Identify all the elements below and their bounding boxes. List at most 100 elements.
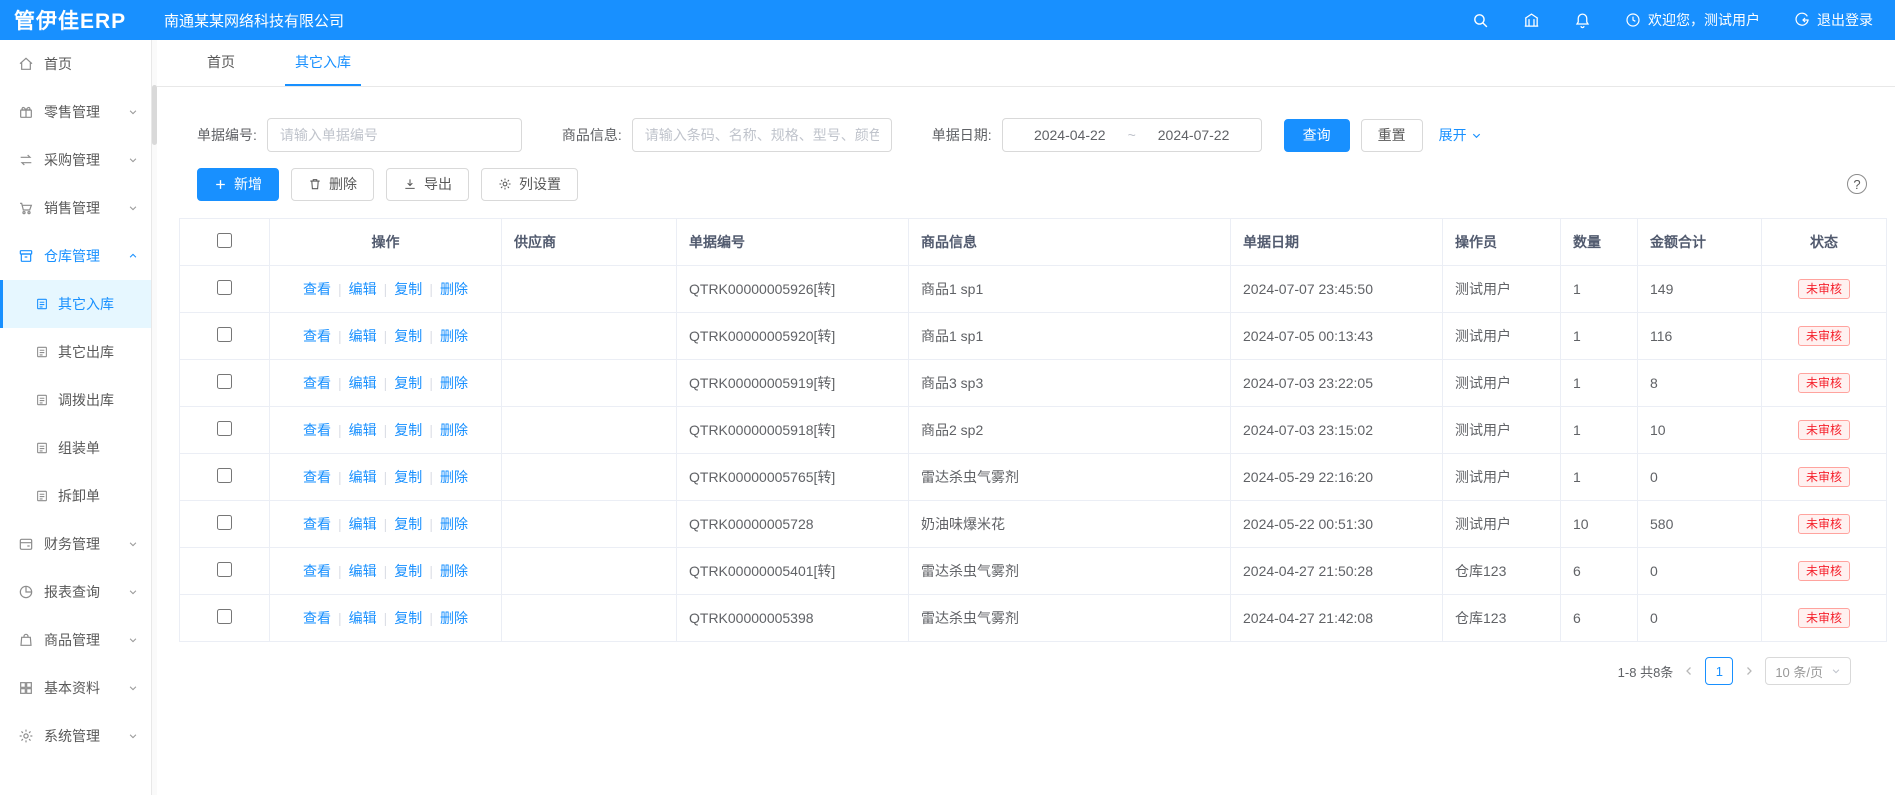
search-icon[interactable] [1472, 12, 1489, 29]
sidebar-scrollbar[interactable] [152, 40, 157, 795]
delete-link[interactable]: 删除 [440, 469, 468, 485]
sidebar-item-reports[interactable]: 报表查询 [0, 568, 151, 616]
cell-amount: 0 [1638, 454, 1762, 501]
edit-link[interactable]: 编辑 [349, 375, 395, 391]
delete-link[interactable]: 删除 [440, 328, 468, 344]
date-to[interactable]: 2024-07-22 [1158, 127, 1230, 143]
sidebar-item-label: 销售管理 [44, 198, 100, 218]
bell-icon[interactable] [1574, 12, 1591, 29]
delete-link[interactable]: 删除 [440, 281, 468, 297]
delete-link[interactable]: 删除 [440, 610, 468, 626]
sidebar-item-goods[interactable]: 商品管理 [0, 616, 151, 664]
next-page-button[interactable] [1743, 665, 1755, 677]
edit-link[interactable]: 编辑 [349, 563, 395, 579]
view-link[interactable]: 查看 [303, 516, 349, 532]
select-all-checkbox[interactable] [217, 233, 232, 248]
sidebar-subitem-transfer-outbound[interactable]: 调拨出库 [0, 376, 151, 424]
copy-link[interactable]: 复制 [394, 610, 440, 626]
edit-link[interactable]: 编辑 [349, 610, 395, 626]
date-from[interactable]: 2024-04-22 [1034, 127, 1106, 143]
copy-link[interactable]: 复制 [394, 563, 440, 579]
prev-page-button[interactable] [1683, 665, 1695, 677]
sidebar-item-warehouse[interactable]: 仓库管理 [0, 232, 151, 280]
product-info-input[interactable] [632, 118, 892, 152]
page-number-button[interactable]: 1 [1705, 657, 1733, 685]
copy-link[interactable]: 复制 [394, 281, 440, 297]
sidebar-item-purchase[interactable]: 采购管理 [0, 136, 151, 184]
copy-link[interactable]: 复制 [394, 469, 440, 485]
export-button[interactable]: 导出 [386, 168, 469, 201]
sidebar-subitem-label: 其它出库 [58, 342, 114, 362]
view-link[interactable]: 查看 [303, 610, 349, 626]
header-product-info: 商品信息 [909, 219, 1231, 266]
reset-button[interactable]: 重置 [1361, 119, 1423, 152]
delete-link[interactable]: 删除 [440, 422, 468, 438]
chevron-left-icon [1683, 665, 1695, 677]
row-checkbox[interactable] [217, 374, 232, 389]
view-link[interactable]: 查看 [303, 375, 349, 391]
add-label: 新增 [234, 174, 262, 194]
sidebar-subitem-other-inbound[interactable]: 其它入库 [0, 280, 151, 328]
row-checkbox[interactable] [217, 468, 232, 483]
expand-link[interactable]: 展开 [1439, 125, 1482, 145]
tab-other-inbound[interactable]: 其它入库 [285, 40, 361, 86]
edit-link[interactable]: 编辑 [349, 281, 395, 297]
sidebar-item-retail[interactable]: 零售管理 [0, 88, 151, 136]
sidebar-subitem-label: 其它入库 [58, 294, 114, 314]
sidebar-item-finance[interactable]: 财务管理 [0, 520, 151, 568]
copy-link[interactable]: 复制 [394, 516, 440, 532]
sidebar-subitem-other-outbound[interactable]: 其它出库 [0, 328, 151, 376]
bank-icon[interactable] [1523, 12, 1540, 29]
order-no-input[interactable] [267, 118, 522, 152]
sidebar-item-home[interactable]: 首页 [0, 40, 151, 88]
delete-button[interactable]: 删除 [291, 168, 374, 201]
row-checkbox[interactable] [217, 515, 232, 530]
page-size-value: 10 条/页 [1775, 662, 1823, 681]
view-link[interactable]: 查看 [303, 422, 349, 438]
sidebar-item-basic-data[interactable]: 基本资料 [0, 664, 151, 712]
edit-link[interactable]: 编辑 [349, 469, 395, 485]
row-checkbox[interactable] [217, 609, 232, 624]
cell-order-no: QTRK00000005919[转] [677, 360, 909, 407]
table-row: 查看编辑复制删除 QTRK00000005926[转] 商品1 sp1 2024… [180, 266, 1887, 313]
table-row: 查看编辑复制删除 QTRK00000005401[转] 雷达杀虫气雾剂 2024… [180, 548, 1887, 595]
tab-home[interactable]: 首页 [197, 40, 245, 86]
edit-link[interactable]: 编辑 [349, 328, 395, 344]
date-range-input[interactable]: 2024-04-22 ~ 2024-07-22 [1002, 118, 1262, 152]
chevron-down-icon [128, 587, 138, 597]
copy-link[interactable]: 复制 [394, 422, 440, 438]
edit-link[interactable]: 编辑 [349, 516, 395, 532]
row-checkbox[interactable] [217, 562, 232, 577]
logout-button[interactable]: 退出登录 [1794, 10, 1873, 30]
scrollbar-thumb[interactable] [152, 85, 157, 145]
sidebar-subitem-assembly[interactable]: 组装单 [0, 424, 151, 472]
add-button[interactable]: 新增 [197, 168, 279, 201]
view-link[interactable]: 查看 [303, 281, 349, 297]
sidebar-item-sales[interactable]: 销售管理 [0, 184, 151, 232]
table-row: 查看编辑复制删除 QTRK00000005728 奶油味爆米花 2024-05-… [180, 501, 1887, 548]
edit-link[interactable]: 编辑 [349, 422, 395, 438]
sidebar-item-system[interactable]: 系统管理 [0, 712, 151, 760]
view-link[interactable]: 查看 [303, 328, 349, 344]
cell-product: 雷达杀虫气雾剂 [909, 595, 1231, 642]
view-link[interactable]: 查看 [303, 469, 349, 485]
row-checkbox[interactable] [217, 280, 232, 295]
search-button[interactable]: 查询 [1284, 119, 1350, 152]
delete-link[interactable]: 删除 [440, 516, 468, 532]
document-icon [35, 345, 49, 359]
row-checkbox[interactable] [217, 421, 232, 436]
view-link[interactable]: 查看 [303, 563, 349, 579]
delete-link[interactable]: 删除 [440, 563, 468, 579]
cell-operator: 测试用户 [1443, 360, 1561, 407]
delete-link[interactable]: 删除 [440, 375, 468, 391]
help-icon[interactable]: ? [1847, 174, 1867, 194]
row-actions: 查看编辑复制删除 [270, 313, 502, 360]
copy-link[interactable]: 复制 [394, 328, 440, 344]
copy-link[interactable]: 复制 [394, 375, 440, 391]
column-settings-button[interactable]: 列设置 [481, 168, 578, 201]
cell-amount: 8 [1638, 360, 1762, 407]
sidebar-subitem-disassembly[interactable]: 拆卸单 [0, 472, 151, 520]
row-checkbox[interactable] [217, 327, 232, 342]
welcome-user[interactable]: 欢迎您，测试用户 [1625, 10, 1760, 30]
page-size-select[interactable]: 10 条/页 [1765, 657, 1851, 685]
